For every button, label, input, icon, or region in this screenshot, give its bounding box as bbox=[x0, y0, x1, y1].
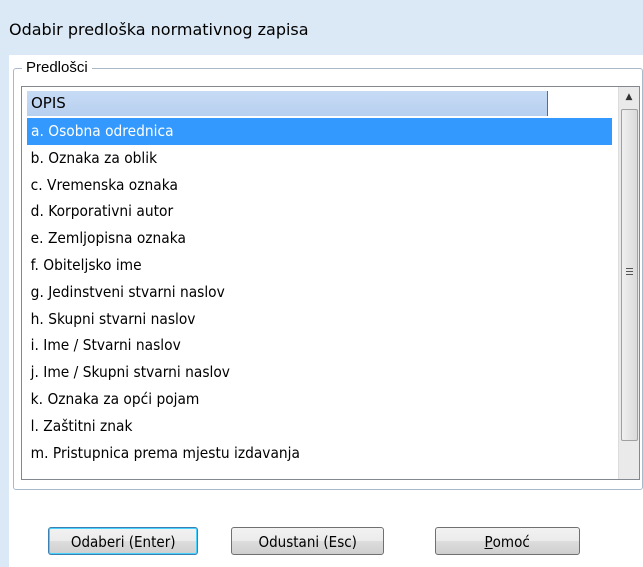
list-rows: a. Osobna odrednica b. Oznaka za oblik c… bbox=[27, 118, 612, 466]
scrollbar-thumb[interactable] bbox=[621, 109, 638, 441]
group-label: Predlošci bbox=[22, 59, 92, 76]
dialog-title: Odabir predloška normativnog zapisa bbox=[9, 20, 309, 39]
help-label-rest: omoć bbox=[493, 533, 531, 551]
help-button-label: Pomoć bbox=[485, 528, 530, 556]
scroll-up-arrow-icon[interactable]: ▲ bbox=[619, 87, 639, 107]
list-item[interactable]: m. Pristupnica prema mjestu izdavanja bbox=[27, 440, 565, 467]
cancel-button-label: Odustani (Esc) bbox=[258, 533, 357, 551]
scrollbar-grip-icon bbox=[626, 268, 633, 277]
dialog-window: Odabir predloška normativnog zapisa Pred… bbox=[0, 0, 643, 567]
list-item[interactable]: b. Oznaka za oblik bbox=[27, 145, 565, 172]
list-item[interactable]: c. Vremenska oznaka bbox=[27, 172, 565, 199]
list-item[interactable]: a. Osobna odrednica bbox=[27, 118, 612, 145]
column-header-label: OPIS bbox=[31, 94, 66, 112]
list-item[interactable]: h. Skupni stvarni naslov bbox=[27, 306, 565, 333]
select-button[interactable]: Odaberi (Enter) bbox=[48, 527, 198, 555]
list-item[interactable]: e. Zemljopisna oznaka bbox=[27, 225, 565, 252]
list-item[interactable]: g. Jedinstveni stvarni naslov bbox=[27, 279, 565, 306]
list-item[interactable]: i. Ime / Stvarni naslov bbox=[27, 332, 565, 359]
column-header-opis[interactable]: OPIS bbox=[27, 91, 548, 116]
list-item[interactable]: f. Obiteljsko ime bbox=[27, 252, 565, 279]
list-item[interactable]: l. Zaštitni znak bbox=[27, 413, 565, 440]
templates-list[interactable]: OPIS a. Osobna odrednica b. Oznaka za ob… bbox=[21, 86, 640, 480]
help-button[interactable]: Pomoć bbox=[435, 527, 580, 555]
select-button-label: Odaberi (Enter) bbox=[70, 533, 176, 551]
list-item[interactable]: k. Oznaka za opći pojam bbox=[27, 386, 565, 413]
list-item[interactable]: d. Korporativni autor bbox=[27, 198, 565, 225]
list-item[interactable]: j. Ime / Skupni stvarni naslov bbox=[27, 359, 565, 386]
cancel-button[interactable]: Odustani (Esc) bbox=[231, 527, 384, 555]
vertical-scrollbar[interactable]: ▲ bbox=[618, 87, 639, 479]
